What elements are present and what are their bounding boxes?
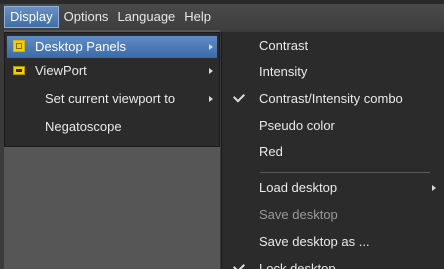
menu-item-label: Lock desktop [259,261,336,269]
menu-options[interactable]: Options [60,6,113,28]
menu-item-label: Set current viewport to [45,91,176,106]
submenu-arrow-icon [209,96,213,102]
menu-item-label: Save desktop as ... [259,234,370,249]
menu-item-label: Negatoscope [45,119,122,134]
menu-item-label: Contrast [259,38,309,53]
menu-item-contrast[interactable]: Contrast [222,33,444,59]
submenu-arrow-icon [209,68,213,74]
submenu-arrow-icon [209,44,213,50]
menu-language[interactable]: Language [113,6,179,28]
submenu-arrow-icon [432,185,436,191]
monitor-icon [13,66,25,75]
menu-display[interactable]: Display [4,6,59,28]
folder-icon [13,40,25,52]
checkmark-icon [232,90,246,103]
menu-bar: Display Options Language Help [4,4,444,30]
menu-item-desktop-panels[interactable]: Desktop Panels [7,36,217,58]
menu-item-save-desktop: Save desktop [222,202,444,228]
display-menu-dropdown: Desktop Panels ViewPort Set current view… [4,32,220,147]
menu-item-label: Pseudo color [259,118,335,133]
checkmark-icon [232,260,246,269]
menu-item-label: Save desktop [259,207,338,222]
menu-item-label: Intensity [259,64,308,79]
menu-item-lock-desktop[interactable]: Lock desktop [222,256,444,269]
menu-item-label: Contrast/Intensity combo [259,91,403,106]
menu-item-contrast-intensity-combo[interactable]: Contrast/Intensity combo [222,86,444,112]
menu-item-pseudo-color[interactable]: Pseudo color [222,113,444,139]
desktop-panels-submenu: Contrast Intensity Contrast/Intensity co… [221,32,444,269]
menu-item-label: Load desktop [259,180,338,195]
menu-item-load-desktop[interactable]: Load desktop [222,175,444,201]
menu-item-label: Desktop Panels [35,39,127,54]
menu-item-negatoscope[interactable]: Negatoscope [7,116,217,138]
menu-item-intensity[interactable]: Intensity [222,59,444,85]
menu-separator [260,172,430,173]
menu-item-viewport[interactable]: ViewPort [7,60,217,82]
menu-item-label: ViewPort [35,63,87,78]
menu-item-red[interactable]: Red [222,139,444,165]
menu-item-save-desktop-as[interactable]: Save desktop as ... [222,229,444,255]
menu-item-set-current-viewport[interactable]: Set current viewport to [7,88,217,110]
menu-help[interactable]: Help [180,6,215,28]
menu-item-label: Red [259,144,283,159]
